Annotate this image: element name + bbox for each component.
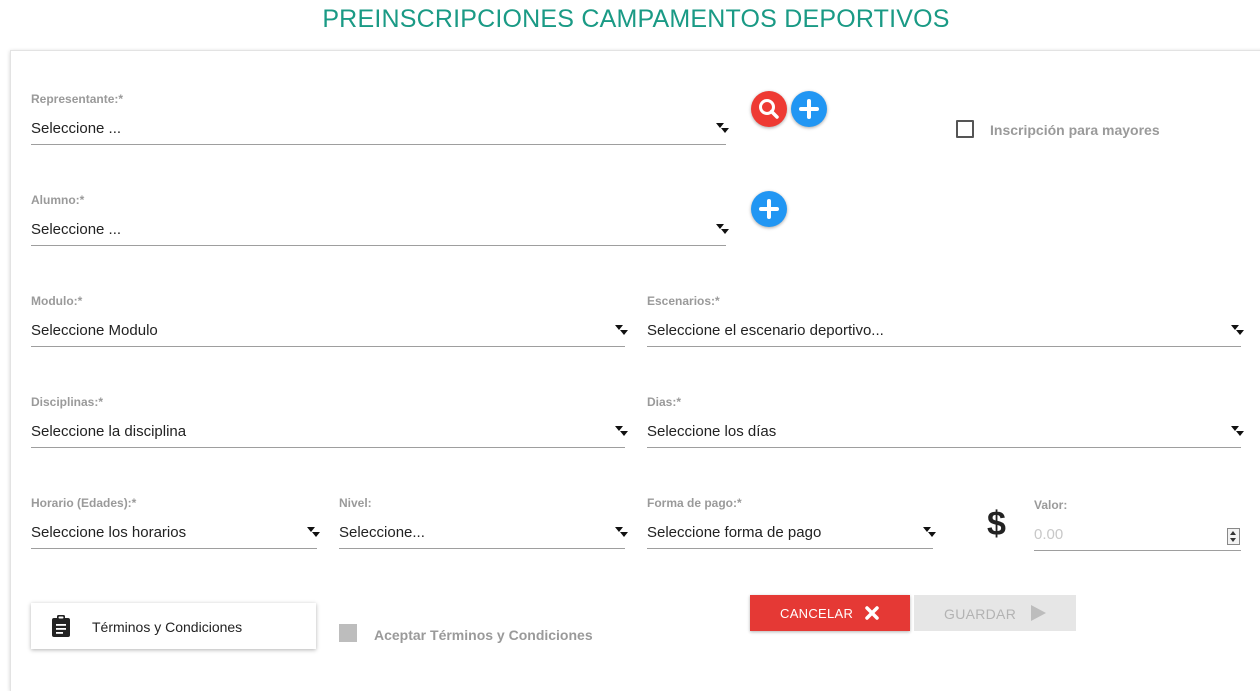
- alumno-value: Seleccione ...: [31, 221, 122, 238]
- horario-label: Horario (Edades):*: [31, 496, 137, 510]
- valor-spinner[interactable]: [1227, 528, 1240, 545]
- forma-pago-value: Seleccione forma de pago: [647, 524, 822, 541]
- escenarios-select[interactable]: Seleccione el escenario deportivo...: [647, 312, 1244, 347]
- valor-placeholder: 0.00: [1034, 526, 1064, 543]
- dollar-icon: $: [987, 505, 1006, 543]
- search-icon: [759, 99, 779, 119]
- add-representante-button[interactable]: [791, 91, 827, 127]
- dropdown-arrow-icon: [615, 527, 629, 543]
- alumno-field: Alumno:* Seleccione ...: [31, 193, 729, 253]
- terms-button[interactable]: Términos y Condiciones: [31, 603, 316, 649]
- close-x-icon: [864, 605, 880, 626]
- dropdown-arrow-icon: [615, 426, 629, 442]
- dias-field: Dias:* Seleccione los días: [647, 395, 1244, 455]
- modulo-value: Seleccione Modulo: [31, 322, 158, 339]
- play-arrow-icon: [1030, 605, 1046, 626]
- horario-value: Seleccione los horarios: [31, 524, 187, 541]
- dias-value: Seleccione los días: [647, 423, 777, 440]
- alumno-select[interactable]: Seleccione ...: [31, 211, 729, 246]
- escenarios-value: Seleccione el escenario deportivo...: [647, 322, 884, 339]
- accept-terms-label: Aceptar Términos y Condiciones: [374, 627, 593, 643]
- clipboard-icon: [51, 615, 71, 642]
- terms-button-label: Términos y Condiciones: [92, 619, 243, 635]
- cancel-button-label: CANCELAR: [780, 606, 854, 621]
- disciplinas-select[interactable]: Seleccione la disciplina: [31, 413, 628, 448]
- page-title: PREINSCRIPCIONES CAMPAMENTOS DEPORTIVOS: [322, 5, 950, 33]
- representante-field: Representante:* Seleccione ...: [31, 92, 729, 152]
- add-alumno-button[interactable]: [751, 191, 787, 227]
- forma-pago-field: Forma de pago:* Seleccione forma de pago: [647, 496, 936, 556]
- cancel-button[interactable]: CANCELAR: [750, 595, 910, 631]
- escenarios-label: Escenarios:*: [647, 294, 720, 308]
- dropdown-arrow-icon: [716, 224, 730, 240]
- disciplinas-field: Disciplinas:* Seleccione la disciplina: [31, 395, 628, 455]
- modulo-field: Modulo:* Seleccione Modulo: [31, 294, 628, 354]
- escenarios-field: Escenarios:* Seleccione el escenario dep…: [647, 294, 1244, 354]
- search-representante-button[interactable]: [751, 91, 787, 127]
- save-button-label: GUARDAR: [944, 606, 1017, 622]
- forma-pago-label: Forma de pago:*: [647, 496, 742, 510]
- representante-value: Seleccione ...: [31, 120, 122, 137]
- nivel-value: Seleccione...: [339, 524, 425, 541]
- forma-pago-select[interactable]: Seleccione forma de pago: [647, 514, 936, 549]
- dropdown-arrow-icon: [307, 527, 321, 543]
- plus-icon: [759, 199, 779, 219]
- modulo-label: Modulo:*: [31, 294, 83, 308]
- horario-select[interactable]: Seleccione los horarios: [31, 514, 320, 549]
- representante-label: Representante:*: [31, 92, 124, 106]
- dias-label: Dias:*: [647, 395, 682, 409]
- mayores-checkbox[interactable]: [956, 120, 974, 138]
- save-button[interactable]: GUARDAR: [914, 595, 1076, 631]
- dropdown-arrow-icon: [1231, 426, 1245, 442]
- nivel-label: Nivel:: [339, 496, 372, 510]
- alumno-label: Alumno:*: [31, 193, 85, 207]
- nivel-field: Nivel: Seleccione...: [339, 496, 628, 556]
- dropdown-arrow-icon: [615, 325, 629, 341]
- dropdown-arrow-icon: [1231, 325, 1245, 341]
- valor-field: Valor: 0.00: [1034, 498, 1241, 558]
- mayores-label: Inscripción para mayores: [990, 122, 1160, 138]
- modulo-select[interactable]: Seleccione Modulo: [31, 312, 628, 347]
- dropdown-arrow-icon: [923, 527, 937, 543]
- disciplinas-value: Seleccione la disciplina: [31, 423, 187, 440]
- accept-terms-checkbox[interactable]: [339, 624, 357, 642]
- representante-select[interactable]: Seleccione ...: [31, 110, 729, 145]
- valor-input[interactable]: 0.00: [1034, 516, 1241, 551]
- nivel-select[interactable]: Seleccione...: [339, 514, 628, 549]
- dias-select[interactable]: Seleccione los días: [647, 413, 1244, 448]
- dropdown-arrow-icon: [716, 123, 730, 139]
- disciplinas-label: Disciplinas:*: [31, 395, 104, 409]
- valor-label: Valor:: [1034, 498, 1068, 512]
- horario-field: Horario (Edades):* Seleccione los horari…: [31, 496, 320, 556]
- plus-icon: [799, 99, 819, 119]
